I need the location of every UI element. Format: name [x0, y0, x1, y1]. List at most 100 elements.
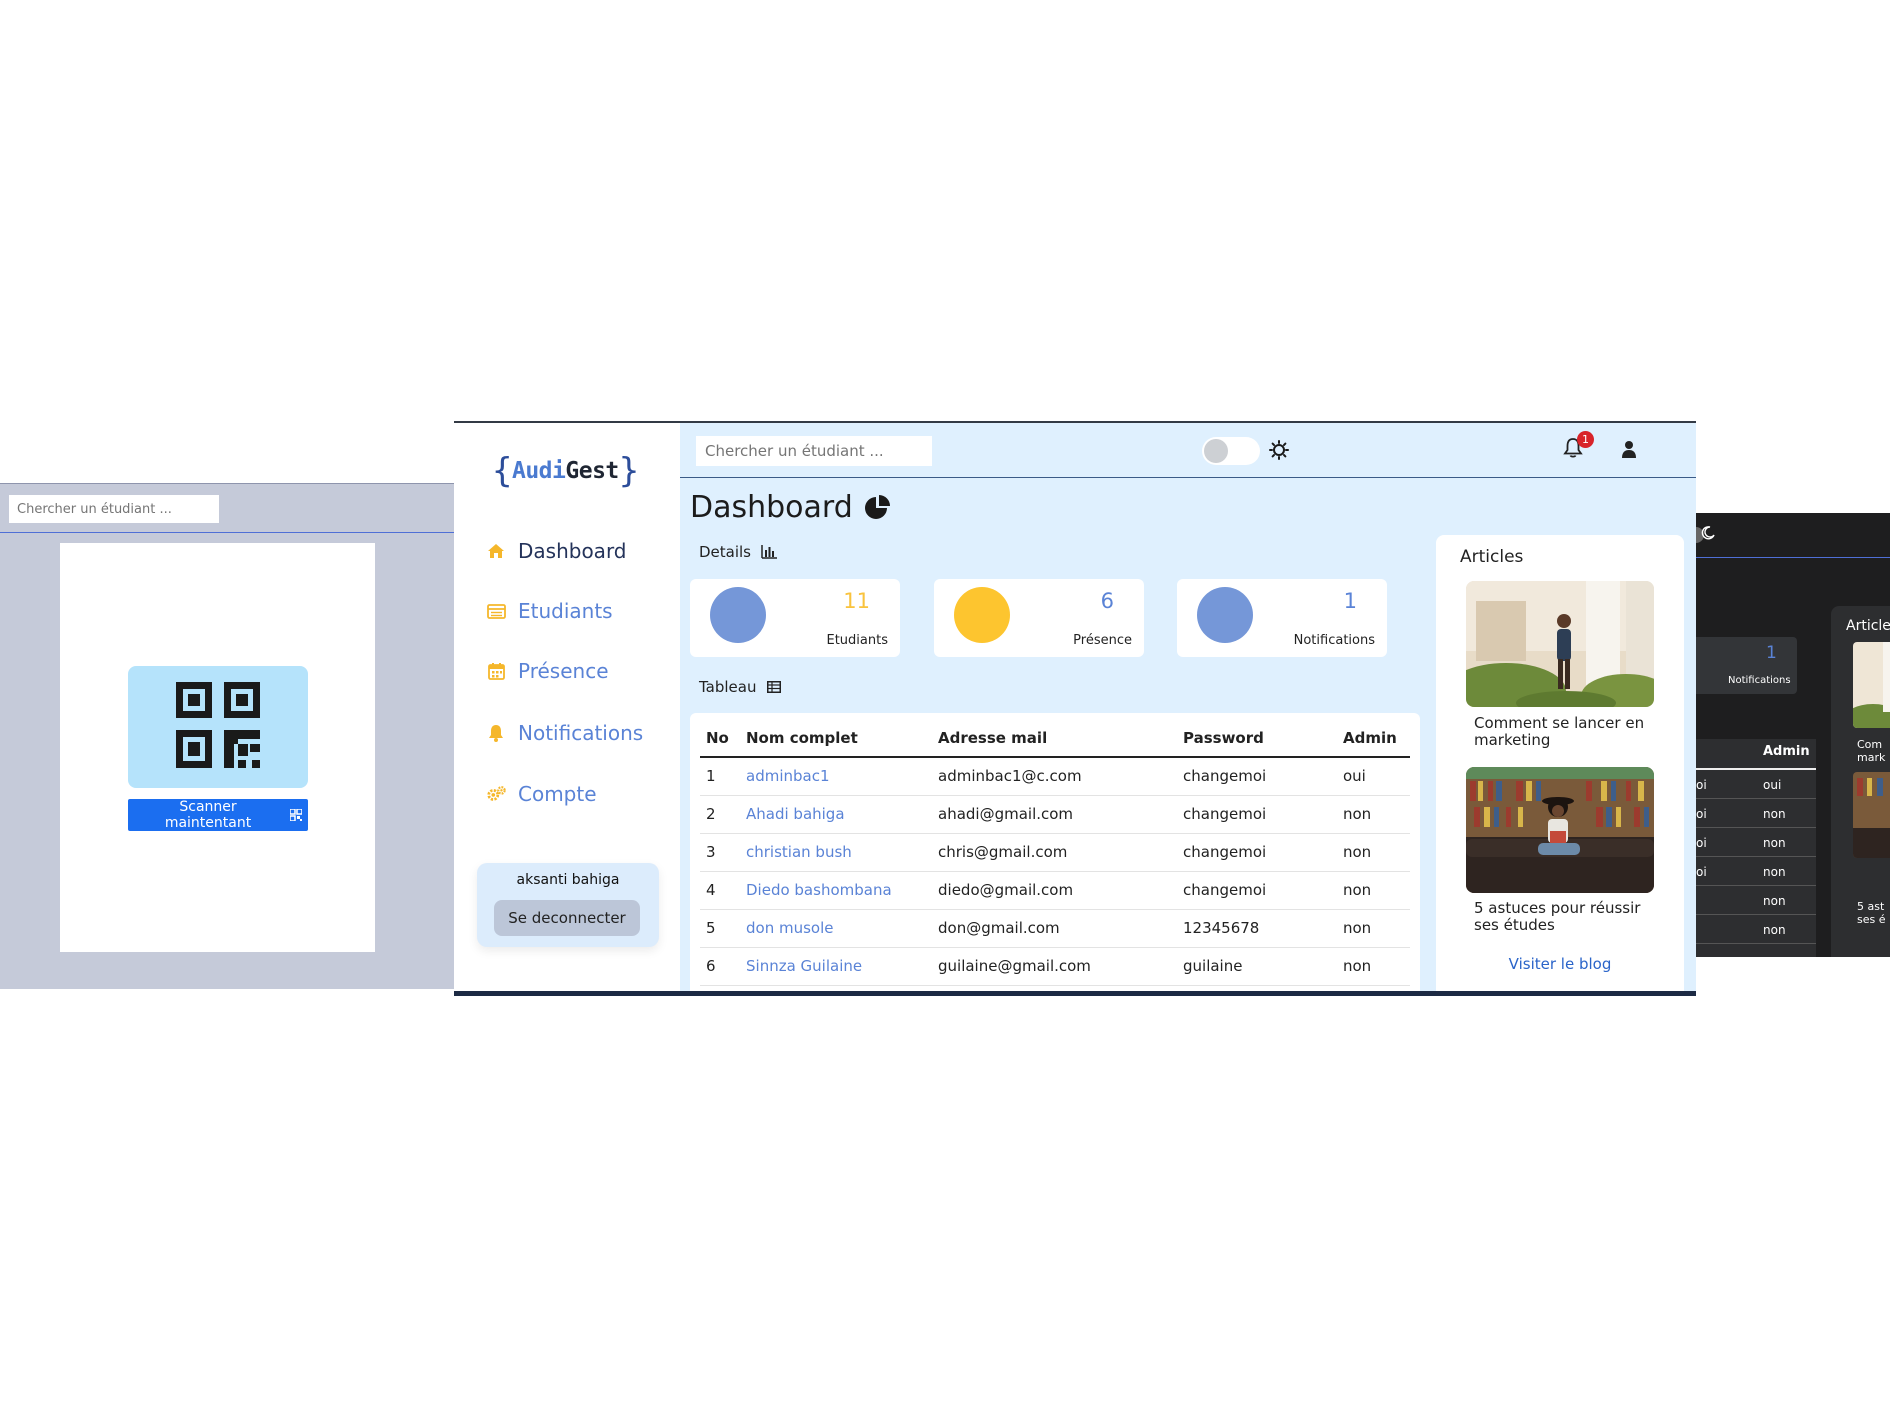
sidebar-item-etudiants[interactable]: Etudiants	[486, 599, 613, 623]
cell-admin: non	[1337, 833, 1410, 872]
dark-table-row: non	[1696, 886, 1816, 915]
cell-no: 2	[700, 795, 740, 834]
cell-name-link[interactable]: christian bush	[740, 833, 932, 872]
cell-email: adminbac1@c.com	[932, 757, 1177, 796]
gears-icon	[486, 784, 506, 804]
theme-toggle[interactable]	[1202, 437, 1260, 465]
toggle-knob	[1204, 439, 1228, 463]
visit-blog-link[interactable]: Visiter le blog	[1436, 955, 1684, 973]
cell-no: 6	[700, 947, 740, 986]
cell-admin: oui	[1337, 757, 1410, 796]
cell-email: guilaine@gmail.com	[932, 947, 1177, 986]
dark-stat-value: 1	[1766, 643, 1777, 663]
topbar: 1	[680, 423, 1696, 478]
cell-email: chris@gmail.com	[932, 833, 1177, 872]
logo-text-audi: Audi	[511, 458, 566, 484]
home-icon	[486, 541, 506, 561]
sidebar-item-presence[interactable]: Présence	[486, 659, 609, 683]
cell-admin: non	[1337, 947, 1410, 986]
stat-label: Etudiants	[826, 633, 889, 648]
logo-text-gest: Gest	[565, 458, 619, 484]
dark-topbar	[1696, 513, 1890, 558]
table-header-row: No Nom complet Adresse mail Password Adm…	[700, 719, 1410, 758]
scan-now-button[interactable]: Scanner maintentant	[128, 799, 308, 831]
column-header-name: Nom complet	[740, 719, 932, 758]
scanner-card: Scanner maintentant	[60, 543, 375, 952]
stat-card-notifications: 1 Notifications	[1177, 579, 1387, 657]
dashboard-app: {AudiGest} Dashboard Etudiants Présence …	[454, 421, 1696, 996]
cell-no: 4	[700, 871, 740, 910]
sidebar-item-notifications[interactable]: Notifications	[486, 721, 643, 745]
cell-name-link[interactable]: Ahadi bahiga	[740, 795, 932, 834]
main-content: 1 Dashboard Details 11 Etudiants 6 Prése…	[680, 423, 1696, 991]
article-caption[interactable]: Comment se lancer en marketing	[1474, 715, 1654, 749]
calendar-icon	[486, 661, 506, 681]
moon-icon[interactable]	[1701, 526, 1715, 540]
logout-button[interactable]: Se deconnecter	[494, 900, 640, 936]
students-table: No Nom complet Adresse mail Password Adm…	[700, 719, 1410, 986]
dark-mode-preview-panel: 1 Notifications Admin oi oui oi non oi non …	[1696, 513, 1890, 957]
dark-cell-admin: non	[1763, 836, 1786, 850]
tableau-section-label: Tableau	[699, 678, 781, 696]
article-image-marketing[interactable]	[1466, 581, 1654, 707]
sidebar-item-label: Etudiants	[518, 599, 613, 623]
dark-table-row: oi oui	[1696, 770, 1816, 799]
dark-cell: oi	[1696, 778, 1707, 792]
sidebar-item-compte[interactable]: Compte	[486, 782, 597, 806]
dark-cell-admin: non	[1763, 865, 1786, 879]
sidebar-item-label: Notifications	[518, 721, 644, 745]
user-icon[interactable]	[1621, 440, 1637, 458]
sidebar-item-label: Présence	[518, 659, 609, 683]
stat-circle	[954, 587, 1010, 643]
table-icon	[766, 681, 781, 693]
notification-bell-button[interactable]: 1	[1563, 431, 1594, 463]
sidebar-item-dashboard[interactable]: Dashboard	[486, 539, 627, 563]
dark-article-caption-line: ses é	[1857, 913, 1886, 926]
cell-name-link[interactable]: don musole	[740, 909, 932, 948]
sidebar-item-label: Dashboard	[518, 539, 627, 563]
dark-table-row: oi non	[1696, 828, 1816, 857]
qr-code-icon	[176, 682, 260, 768]
details-label-text: Details	[699, 543, 752, 561]
cell-admin: non	[1337, 909, 1410, 948]
cell-name-link[interactable]: Diedo bashombana	[740, 871, 932, 910]
dark-stat-label: Notifications	[1728, 675, 1791, 686]
page-title-text: Dashboard	[690, 490, 853, 525]
articles-title: Articles	[1460, 547, 1524, 567]
article-caption[interactable]: 5 astuces pour réussir ses études	[1474, 900, 1654, 934]
dark-cell: oi	[1696, 836, 1707, 850]
logo-bracket-open: {	[492, 451, 512, 491]
stat-circle	[1197, 587, 1253, 643]
article-image-etudes[interactable]	[1466, 767, 1654, 893]
stat-card-presence: 6 Présence	[934, 579, 1144, 657]
scanner-search-input[interactable]	[9, 495, 219, 523]
dark-articles-card: Article Com mark 5 ast ses é	[1831, 606, 1890, 957]
dark-column-header-admin: Admin	[1763, 744, 1810, 759]
qr-code-box	[128, 666, 308, 788]
dark-table-row: oi non	[1696, 857, 1816, 886]
table-row: 2 Ahadi bahiga ahadi@gmail.com changemoi non	[700, 795, 1410, 834]
bell-icon	[486, 723, 506, 743]
search-input[interactable]	[696, 436, 932, 466]
cell-password: changemoi	[1177, 833, 1337, 872]
stat-card-etudiants: 11 Etudiants	[690, 579, 900, 657]
cell-admin: non	[1337, 871, 1410, 910]
list-icon	[486, 601, 506, 621]
sun-icon[interactable]	[1269, 440, 1289, 460]
cell-email: don@gmail.com	[932, 909, 1177, 948]
column-header-email: Adresse mail	[932, 719, 1177, 758]
cell-name-link[interactable]: Sinnza Guilaine	[740, 947, 932, 986]
table-row: 5 don musole don@gmail.com 12345678 non	[700, 909, 1410, 948]
dark-cell-admin: non	[1763, 807, 1786, 821]
dark-article-image-marketing	[1853, 642, 1890, 728]
dark-articles-title: Article	[1846, 618, 1890, 634]
cell-name-link[interactable]: adminbac1	[740, 757, 932, 796]
stat-label: Notifications	[1293, 633, 1375, 648]
sidebar-item-label: Compte	[518, 782, 597, 806]
column-header-no: No	[700, 719, 740, 758]
dark-cell-admin: non	[1763, 923, 1786, 937]
logo-bracket-close: }	[618, 451, 639, 491]
table-row: 3 christian bush chris@gmail.com changemoi n…	[700, 833, 1410, 872]
dark-stat-card-notifications: 1 Notifications	[1696, 637, 1797, 694]
cell-admin: non	[1337, 795, 1410, 834]
